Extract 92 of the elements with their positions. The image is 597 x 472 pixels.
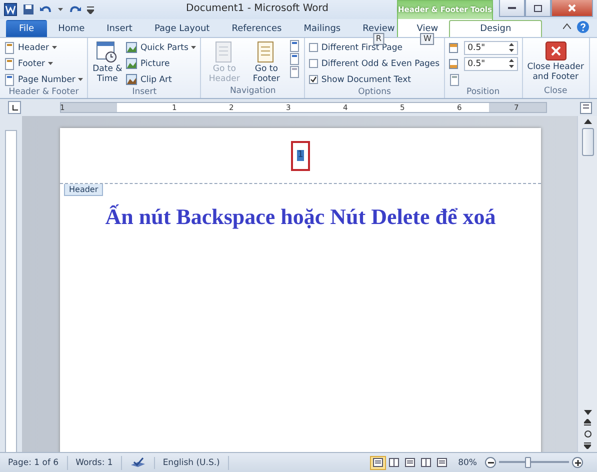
status-item[interactable]: Page: 1 of 6 [0,456,68,470]
zoom-level[interactable]: 80% [458,458,477,468]
ribbon-tab[interactable]: Design [449,20,542,37]
restore-icon [534,4,542,12]
scroll-down-icon[interactable] [584,410,592,415]
document-icon [289,40,300,52]
ribbon-command[interactable]: Go to Footer [247,40,286,86]
header-tag: Header [64,184,104,196]
ribbon-tab[interactable]: Home [47,20,96,37]
view-button[interactable] [370,456,386,470]
customize-icon[interactable] [87,6,94,14]
key-tip: W [420,33,434,45]
caret-icon [191,46,196,49]
document-icon [4,58,15,70]
close-header-button[interactable]: Close Header and Footer [526,40,585,86]
collapse-ribbon-icon[interactable] [563,23,571,29]
layout-icon [373,458,384,467]
previous-page-icon[interactable] [584,419,591,426]
layout-icon [405,458,416,467]
zoom-out-button[interactable] [485,457,496,468]
view-ruler-icon[interactable] [580,102,592,114]
group-label: Navigation [228,86,277,98]
scroll-up-icon[interactable] [584,119,592,124]
undo-icon[interactable] [40,4,52,14]
layout-icon [421,458,432,467]
window-title: Document1 - Microsoft Word [186,3,329,14]
caret-icon [48,62,54,65]
word-logo-icon[interactable] [4,3,17,16]
proofing-icon[interactable] [130,456,146,468]
ribbon-command[interactable]: Quick Parts [126,40,196,55]
minimize-button[interactable] [499,0,525,17]
ribbon-command[interactable]: Footer [4,56,84,71]
minus-icon [488,462,494,464]
group-label: Close [543,86,568,98]
group-label: Insert [131,87,158,98]
maximize-button[interactable] [525,0,551,17]
key-tip: R [372,33,384,45]
tab-stop-icon [12,104,18,110]
spin-arrows-icon [508,43,514,52]
close-button[interactable] [551,0,593,17]
document-page[interactable]: 1 Header Ấn nút Backspace hoặc Nút Delete để xoá [60,128,541,452]
document-icon [289,66,300,78]
calendar-clock-icon [96,40,118,64]
close-icon [544,40,567,62]
position-spinner[interactable]: 0.5" [464,56,518,70]
caret-icon [78,78,84,81]
group-label: Position [466,87,501,98]
position-spinner[interactable]: 0.5" [464,40,518,54]
document-icon [4,74,15,86]
check-icon [310,76,318,83]
status-item[interactable]: English (U.S.) [154,456,229,470]
layout-icon [437,458,448,467]
save-icon[interactable] [23,4,34,15]
next-page-icon[interactable] [584,442,591,449]
margin-icon [448,42,461,52]
status-item[interactable]: Words: 1 [68,456,122,470]
picture-icon [126,74,138,85]
minimize-icon [508,6,516,10]
layout-icon [389,458,400,467]
spin-arrows-icon [508,59,514,68]
redo-icon[interactable] [69,4,81,14]
ribbon-tab[interactable]: File [6,20,48,37]
ribbon-command[interactable]: Header [4,40,84,55]
ribbon-tab[interactable]: References [220,20,293,37]
option-checkbox[interactable]: Show Document Text [309,72,440,87]
zoom-in-button[interactable] [572,457,583,468]
picture-icon [126,42,138,53]
plus-icon [574,460,580,466]
group-label: Header & Footer [8,87,80,98]
ribbon-command[interactable]: Page Number [4,72,84,87]
caret-icon [58,8,63,11]
picture-icon [126,58,138,69]
ribbon-command[interactable]: Clip Art [126,72,196,87]
group-label: Options [357,87,392,98]
ribbon-tab[interactable]: Insert [96,20,144,37]
close-icon [568,4,576,12]
scroll-thumb[interactable] [582,128,594,156]
browse-object-icon[interactable] [584,430,592,438]
help-icon[interactable] [577,21,589,33]
tab-selector[interactable] [8,101,21,114]
caret-icon [52,46,57,49]
option-checkbox[interactable]: Different Odd & Even Pages [309,56,440,71]
zoom-thumb[interactable] [525,457,532,468]
margin-icon [448,58,461,68]
document-icon [448,74,460,86]
document-icon [4,42,15,54]
ribbon-tab[interactable]: Page Layout [143,20,221,37]
ribbon-command[interactable]: Date & Time [92,40,122,87]
ribbon-command[interactable]: Picture [126,56,196,71]
heading-text: Ấn nút Backspace hoặc Nút Delete để xoá [104,204,497,230]
document-icon [289,53,300,65]
ribbon-tab[interactable]: Mailings [292,20,352,37]
